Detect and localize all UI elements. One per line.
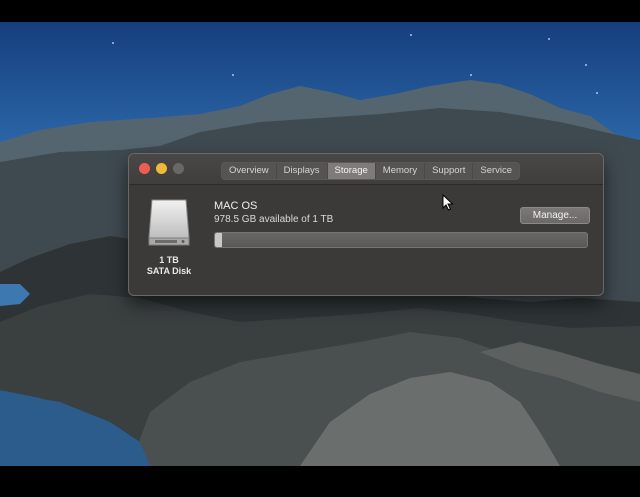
disk-capacity: 1 TB [159,255,179,265]
tab-storage[interactable]: Storage [327,163,376,179]
storage-usage-fill [215,233,223,247]
manage-button[interactable]: Manage... [520,207,590,224]
disk-label: 1 TB SATA Disk [139,255,199,277]
zoom-button-disabled [173,163,184,174]
tab-support[interactable]: Support [425,163,474,179]
tab-service[interactable]: Service [473,163,519,179]
minimize-button[interactable] [156,163,167,174]
tab-displays[interactable]: Displays [277,163,328,179]
volume-name: MAC OS [214,200,258,212]
storage-usage-bar [214,232,588,248]
disk-type: SATA Disk [146,266,192,276]
hard-disk-icon [148,199,190,246]
volume-available: 978.5 GB available of 1 TB [214,214,334,225]
about-this-mac-window[interactable]: Overview Displays Storage Memory Support… [128,153,604,296]
window-titlebar[interactable]: Overview Displays Storage Memory Support… [129,154,603,185]
letterbox-bottom [0,466,640,497]
tab-memory[interactable]: Memory [376,163,426,179]
close-button[interactable] [139,163,150,174]
letterbox-top [0,0,640,22]
mouse-pointer-icon [442,194,454,211]
tab-overview[interactable]: Overview [222,163,277,179]
tab-bar: Overview Displays Storage Memory Support… [221,162,521,180]
